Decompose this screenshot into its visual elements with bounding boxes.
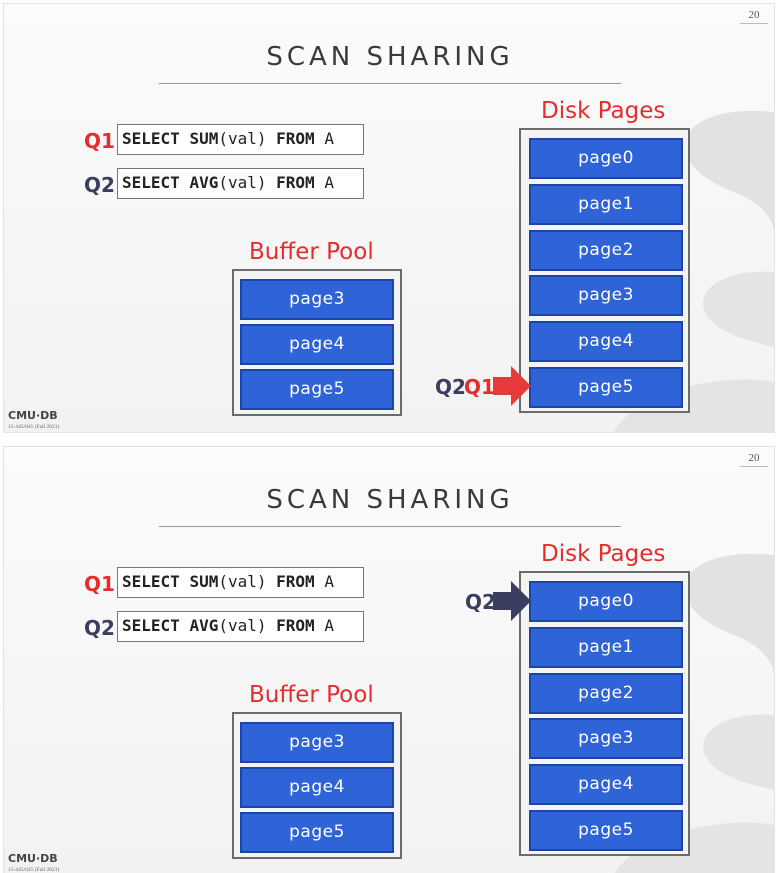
scan-cursor-arrow-icon [493,581,531,621]
sql-function: SUM [189,129,219,148]
buffer-pool-title: Buffer Pool [249,239,374,265]
sql-table: A [324,129,334,148]
sql-keyword-from: FROM [276,572,315,591]
disk-page: page1 [529,184,683,225]
disk-page: page4 [529,764,683,805]
q1-sql-box: SELECT SUM(val) FROM A [117,124,364,155]
sql-keyword-select: SELECT [122,616,180,635]
slide-1: 20 SCAN SHARING Q1 SELECT SUM(val) FROM … [3,3,775,433]
disk-page: page0 [529,138,683,179]
sql-table: A [324,616,334,635]
q2-sql-box: SELECT AVG(val) FROM A [117,611,364,642]
disk-page: page2 [529,673,683,714]
q2-label: Q2 [84,616,115,640]
disk-page: page4 [529,321,683,362]
q1-label: Q1 [84,129,115,153]
cmu-db-logo: CMU·DB [8,852,58,865]
sql-argument: (val) [218,173,267,192]
sql-keyword-from: FROM [276,129,315,148]
sql-keyword-select: SELECT [122,129,180,148]
buffer-page-slot: page3 [240,722,394,763]
sql-keyword-select: SELECT [122,173,180,192]
slide-2: 20 SCAN SHARING Q1 SELECT SUM(val) FROM … [3,446,775,873]
q2-label: Q2 [84,173,115,197]
disk-page: page1 [529,627,683,668]
sql-argument: (val) [218,616,267,635]
buffer-page-slot: page4 [240,324,394,365]
sql-table: A [324,572,334,591]
buffer-pool-frame: page3 page4 page5 [232,712,402,859]
pointer-q2-label: Q2 [435,375,466,399]
title-divider [159,526,621,527]
buffer-page-slot: page5 [240,812,394,853]
slide-page-number: 20 [740,451,768,467]
sql-keyword-from: FROM [276,616,315,635]
q2-sql-box: SELECT AVG(val) FROM A [117,168,364,199]
q1-sql-box: SELECT SUM(val) FROM A [117,567,364,598]
course-label: 15-445/645 (Fall 2021) [8,867,60,873]
disk-page: page0 [529,581,683,622]
buffer-page-slot: page4 [240,767,394,808]
sql-function: AVG [189,616,219,635]
cmu-db-logo: CMU·DB [8,409,58,422]
slide-title: SCAN SHARING [266,485,514,515]
q1-label: Q1 [84,572,115,596]
pointer-q1-label: Q1 [464,375,495,399]
sql-keyword-select: SELECT [122,572,180,591]
buffer-page-slot: page3 [240,279,394,320]
sql-argument: (val) [218,572,267,591]
title-divider [159,83,621,84]
sql-argument: (val) [218,129,267,148]
course-label: 15-445/645 (Fall 2021) [8,424,60,430]
pointer-q2-label: Q2 [465,590,496,614]
buffer-page-slot: page5 [240,369,394,410]
sql-keyword-from: FROM [276,173,315,192]
disk-page: page2 [529,230,683,271]
disk-pages-title: Disk Pages [541,541,666,567]
disk-page: page5 [529,367,683,408]
disk-page: page5 [529,810,683,851]
sql-function: AVG [189,173,219,192]
scan-cursor-arrow-icon [493,366,531,406]
sql-function: SUM [189,572,219,591]
disk-page: page3 [529,718,683,759]
slide-page-number: 20 [740,8,768,24]
disk-pages-frame: page0 page1 page2 page3 page4 page5 [519,571,690,856]
disk-pages-frame: page0 page1 page2 page3 page4 page5 [519,128,690,413]
buffer-pool-title: Buffer Pool [249,682,374,708]
sql-table: A [324,173,334,192]
slide-title: SCAN SHARING [266,42,514,72]
disk-pages-title: Disk Pages [541,98,666,124]
buffer-pool-frame: page3 page4 page5 [232,269,402,416]
disk-page: page3 [529,275,683,316]
